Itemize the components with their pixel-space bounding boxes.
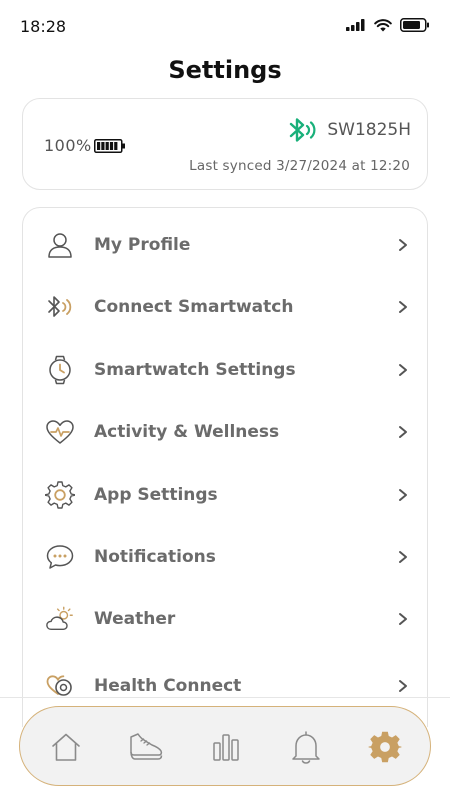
chevron-right-icon xyxy=(399,426,407,438)
settings-menu: My Profile Connect Smartwatch Smartwatch… xyxy=(22,207,428,727)
menu-label: Notifications xyxy=(94,547,216,567)
chevron-right-icon xyxy=(399,551,407,563)
menu-item-smartwatch-settings[interactable]: Smartwatch Settings xyxy=(23,342,427,398)
menu-item-weather[interactable]: Weather xyxy=(23,591,427,647)
chevron-right-icon xyxy=(399,613,407,625)
device-name: SW1825H xyxy=(327,120,411,140)
last-synced: Last synced 3/27/2024 at 12:20 xyxy=(189,158,410,174)
chevron-right-icon xyxy=(399,489,407,501)
tab-bar-divider xyxy=(0,697,450,698)
menu-label: My Profile xyxy=(94,235,191,255)
menu-label: App Settings xyxy=(94,485,218,505)
gear-icon xyxy=(45,480,75,510)
chevron-right-icon xyxy=(399,301,407,313)
page-title: Settings xyxy=(168,56,282,84)
tab-activity[interactable] xyxy=(124,725,168,769)
menu-label: Connect Smartwatch xyxy=(94,297,294,317)
home-icon xyxy=(52,733,80,761)
tab-notifications[interactable] xyxy=(284,725,328,769)
signal-icon xyxy=(346,19,365,31)
tab-stats[interactable] xyxy=(204,725,248,769)
user-icon xyxy=(45,230,75,260)
menu-label: Activity & Wellness xyxy=(94,422,280,442)
chat-bubble-icon xyxy=(45,542,75,572)
device-connection: SW1825H xyxy=(287,117,411,143)
menu-item-app-settings[interactable]: App Settings xyxy=(23,467,427,523)
bluetooth-connected-icon xyxy=(290,118,316,142)
device-battery: 100% xyxy=(44,136,126,155)
shoe-icon xyxy=(130,733,163,760)
tab-settings[interactable] xyxy=(363,725,407,769)
menu-item-activity-wellness[interactable]: Activity & Wellness xyxy=(23,404,427,460)
menu-item-notifications[interactable]: Notifications xyxy=(23,529,427,585)
bluetooth-icon xyxy=(45,292,75,322)
heart-pulse-icon xyxy=(45,417,75,447)
menu-item-my-profile[interactable]: My Profile xyxy=(23,217,427,273)
status-bar: 18:28 xyxy=(0,0,450,52)
bottom-tab-bar xyxy=(19,706,431,786)
status-icons xyxy=(346,18,430,32)
menu-item-connect-smartwatch[interactable]: Connect Smartwatch xyxy=(23,279,427,335)
chevron-right-icon xyxy=(399,680,407,692)
weather-icon xyxy=(45,604,75,634)
battery-percent: 100% xyxy=(44,136,92,155)
device-battery-icon xyxy=(93,138,125,153)
battery-icon xyxy=(400,18,429,32)
bell-icon xyxy=(292,731,320,764)
menu-label: Weather xyxy=(94,609,176,629)
menu-label: Smartwatch Settings xyxy=(94,360,296,380)
menu-label: Health Connect xyxy=(94,676,242,696)
wifi-icon xyxy=(374,18,392,31)
chevron-right-icon xyxy=(399,364,407,376)
chevron-right-icon xyxy=(399,239,407,251)
device-card[interactable]: 100% SW1825H Last synced 3/27/2024 at 12… xyxy=(22,98,428,190)
gear-icon xyxy=(368,731,402,763)
bar-chart-icon xyxy=(213,734,239,761)
status-time: 18:28 xyxy=(20,17,67,36)
tab-home[interactable] xyxy=(44,725,88,769)
watch-icon xyxy=(45,355,75,385)
